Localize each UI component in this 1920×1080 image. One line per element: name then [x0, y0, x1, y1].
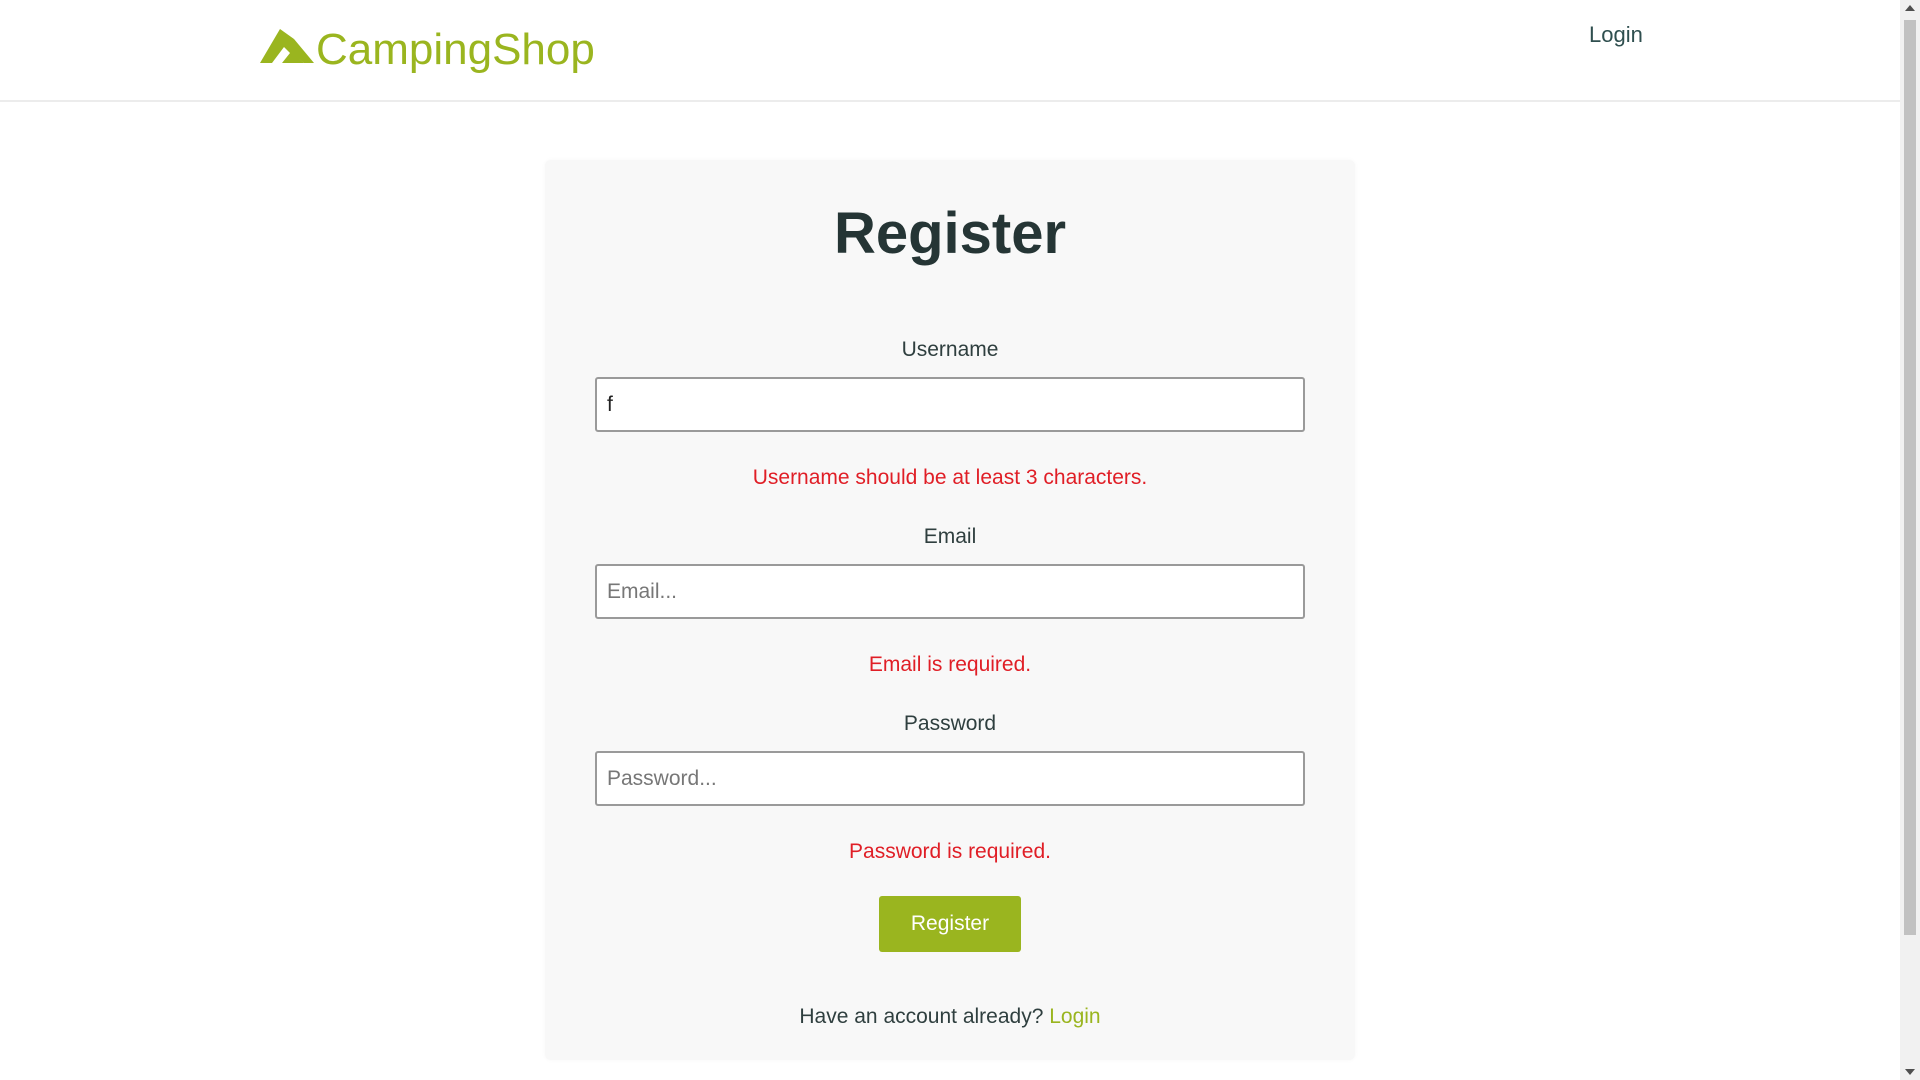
page-title: Register	[833, 201, 1067, 266]
password-error: Password is required.	[849, 840, 1051, 863]
scroll-up-arrow-icon[interactable]	[1905, 5, 1915, 11]
logo-text: CampingShop	[316, 25, 595, 74]
email-error: Email is required.	[868, 653, 1032, 676]
username-input[interactable]	[595, 377, 1305, 432]
username-label: Username	[901, 338, 999, 361]
login-prompt: Have an account already? Login	[545, 1005, 1355, 1029]
register-button[interactable]: Register	[879, 896, 1021, 952]
vertical-scrollbar[interactable]	[1900, 0, 1920, 1080]
nav-login-link[interactable]: Login	[1589, 22, 1643, 48]
site-header: CampingShop Login	[0, 0, 1900, 102]
logo-link[interactable]: CampingShop	[260, 26, 595, 74]
login-prompt-text: Have an account already?	[799, 1005, 1050, 1028]
footer-login-link[interactable]: Login	[1049, 1005, 1100, 1028]
tent-logo-icon	[260, 29, 314, 63]
scroll-down-arrow-icon[interactable]	[1905, 1069, 1915, 1075]
password-input[interactable]	[595, 751, 1305, 806]
register-card: Register Username Username should be at …	[545, 160, 1355, 1060]
email-input[interactable]	[595, 564, 1305, 619]
email-label: Email	[923, 525, 977, 548]
username-error: Username should be at least 3 characters…	[752, 466, 1148, 489]
password-label: Password	[903, 712, 997, 735]
scrollbar-thumb[interactable]	[1904, 20, 1916, 935]
